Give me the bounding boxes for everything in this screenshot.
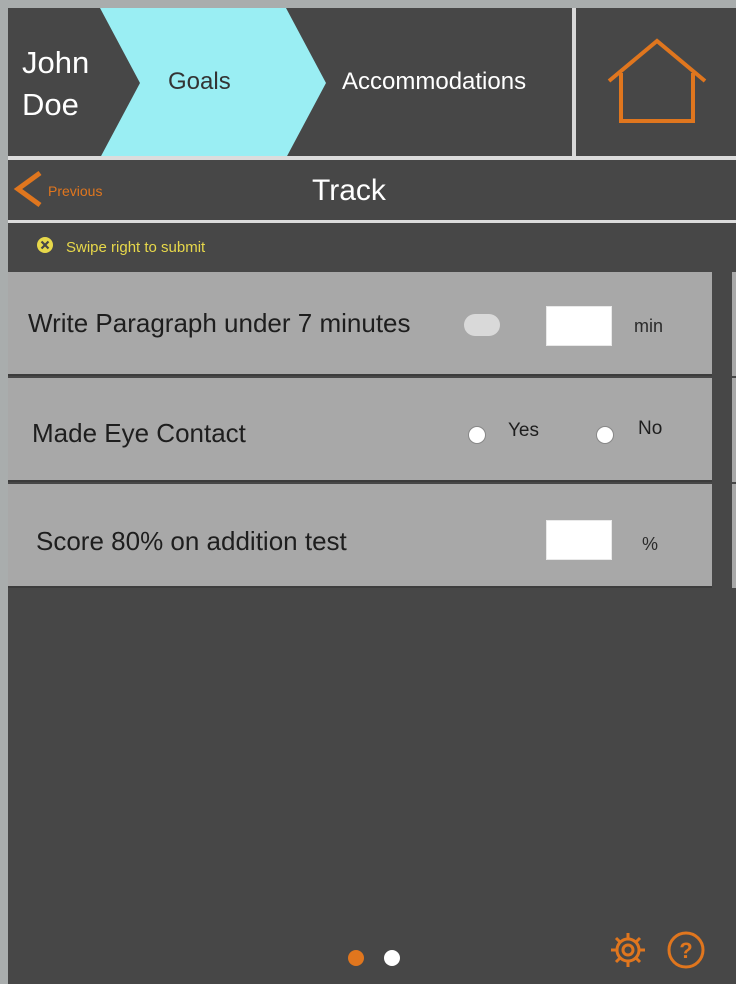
goal-label: Score 80% on addition test bbox=[36, 526, 347, 556]
home-button[interactable] bbox=[578, 8, 736, 158]
title-bar-divider bbox=[8, 220, 736, 223]
app-screen: John Doe Goals Accommodations Previous T bbox=[8, 8, 736, 984]
minutes-input[interactable] bbox=[546, 306, 612, 346]
header-divider bbox=[572, 8, 576, 158]
page-dot[interactable] bbox=[384, 950, 400, 966]
close-circle-icon[interactable] bbox=[36, 236, 54, 259]
yes-label[interactable]: Yes bbox=[508, 420, 539, 442]
student-name: John Doe bbox=[22, 45, 90, 122]
next-page-peek bbox=[732, 272, 736, 376]
unit-label: % bbox=[642, 534, 659, 554]
home-icon bbox=[605, 37, 709, 130]
no-label[interactable]: No bbox=[638, 418, 662, 440]
goal-label: Write Paragraph under 7 minutes bbox=[28, 308, 411, 338]
yes-radio[interactable] bbox=[468, 426, 486, 444]
gear-icon[interactable] bbox=[608, 930, 648, 975]
goal-row-addition-test: Score 80% on addition test % bbox=[8, 484, 712, 588]
percent-input[interactable] bbox=[546, 520, 612, 560]
hint-text: Swipe right to submit bbox=[66, 239, 206, 256]
next-page-peek bbox=[732, 378, 736, 482]
next-page-peek bbox=[732, 484, 736, 588]
no-radio[interactable] bbox=[596, 426, 614, 444]
page-indicator bbox=[348, 950, 400, 966]
page-title: Track bbox=[312, 174, 386, 207]
more-info-icon[interactable] bbox=[464, 314, 500, 336]
footer-toolbar: ? bbox=[608, 930, 706, 975]
help-icon[interactable]: ? bbox=[666, 930, 706, 975]
goal-label: Made Eye Contact bbox=[32, 418, 246, 448]
header: John Doe Goals Accommodations bbox=[8, 8, 736, 160]
svg-text:?: ? bbox=[679, 938, 692, 963]
goal-row-paragraph: Write Paragraph under 7 minutes min bbox=[8, 272, 712, 376]
title-bar: Previous Track bbox=[8, 160, 736, 222]
unit-label: min bbox=[634, 316, 664, 336]
breadcrumb-accommodations[interactable]: Accommodations bbox=[342, 68, 526, 96]
goal-row-eye-contact: Made Eye Contact Yes No bbox=[8, 378, 712, 482]
breadcrumb-goals-label[interactable]: Goals bbox=[168, 68, 231, 96]
submit-hint: Swipe right to submit bbox=[36, 236, 205, 259]
page-dot-active[interactable] bbox=[348, 950, 364, 966]
